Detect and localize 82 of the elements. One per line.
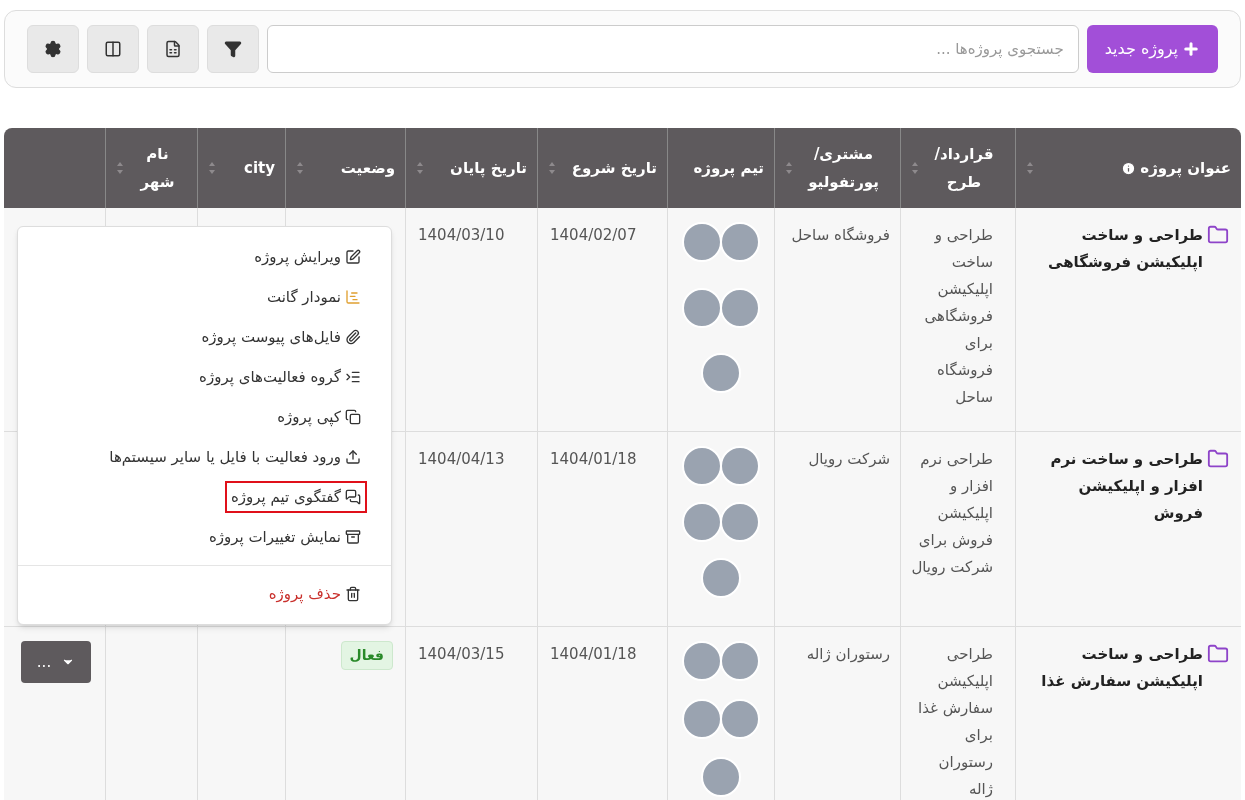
folder-icon [1207,448,1229,470]
sort-icon [208,161,216,175]
gantt-chart-icon [345,289,361,305]
menu-item[interactable]: گروه فعالیت‌های پروژه [193,361,367,393]
menu-item[interactable]: گفتگوی تیم پروژه [224,481,367,513]
columns-button[interactable] [87,25,139,73]
sort-icon [416,161,424,175]
avatar-placeholder [682,502,722,542]
sort-icon [296,161,304,175]
table-cell: 1404/03/10 [418,226,505,244]
column-label: تاریخ پایان [450,158,527,180]
column-label: city [244,158,275,179]
plus-icon [1182,40,1200,58]
status-badge: فعال [340,641,393,670]
sort-icon [911,161,919,175]
avatar-placeholder [682,699,722,739]
table-cell: 1404/01/18 [550,450,637,468]
project-title-link[interactable]: طراحی و ساخت اپلیکیشن فروشگاهی [1028,222,1203,276]
paperclip-icon [345,329,361,345]
table-cell: 1404/03/15 [418,645,505,663]
table-cell: رستوران ژاله [806,645,890,663]
indent-list-icon [345,369,361,385]
avatar-placeholder [720,446,760,486]
avatar-placeholder [682,641,722,681]
column-label: تاریخ شروع [571,158,657,179]
actions-dropdown-button[interactable]: ... [21,641,91,683]
settings-icon [44,40,62,58]
filter-icon [224,40,242,58]
table-cell: 1404/02/07 [550,226,637,244]
info-icon [1121,160,1137,176]
edit-icon [345,249,361,265]
table-cell-text: طراحی نرم افزار و اپلیکیشن فروش برای شرکت رویال [911,449,993,578]
table-cell: 1404/01/18 [550,645,637,663]
table-cell-text: طراحی اپلیکیشن سفارش غذا برای رستوران ژاله [917,644,993,800]
column-label: مشتری/ پورتفولیو [806,144,880,194]
upload-icon [345,449,361,465]
trash-icon [345,586,361,602]
avatar-placeholder [701,757,741,797]
menu-item[interactable]: نمایش تغییرات پروژه [202,521,367,553]
folder-icon [1207,643,1229,665]
sort-icon [785,161,793,175]
menu-item[interactable]: کپی پروژه [271,401,367,433]
menu-item[interactable]: ورود فعالیت با فایل یا سایر سیستم‌ها [103,441,367,473]
filter-button[interactable] [207,25,259,73]
column-label: وضعیت [340,158,395,179]
avatar-placeholder [720,222,760,262]
archive-icon [345,529,361,545]
project-title-link[interactable]: طراحی و ساخت نرم افزار و اپلیکیشن فروش [1028,446,1203,527]
sort-icon [548,161,556,175]
avatar-placeholder [682,222,722,262]
avatar-placeholder [682,446,722,486]
sort-icon [116,161,124,175]
folder-icon [1207,224,1229,246]
column-label: نام شهر [139,144,176,193]
chat-icon [345,489,361,505]
copy-icon [345,409,361,425]
menu-item[interactable]: فایل‌های پیوست پروژه [195,321,367,353]
table-cell: شرکت رویال [808,450,890,468]
avatar-placeholder [701,558,741,598]
avatar-placeholder [701,353,741,394]
search-field[interactable]: جستجوی پروژه‌ها ... [267,25,1079,73]
spreadsheet-file-icon [164,40,182,58]
menu-item[interactable]: ویرایش پروژه [248,241,367,273]
avatar-placeholder [720,502,760,542]
table-cell-text: طراحی و ساخت اپلیکیشن فروشگاهی برای فروشگاه ساحل [923,225,993,408]
new-project-button[interactable]: پروژه جدید [1086,25,1218,73]
avatar-placeholder [682,287,722,328]
column-label: عنوان پروژه [1140,158,1231,180]
column-label: تیم پروژه [693,158,764,180]
menu-item[interactable]: نمودار گانت [260,281,367,313]
spreadsheet-file-button[interactable] [147,25,199,73]
project-title-link[interactable]: طراحی و ساخت اپلیکیشن سفارش غذا [1028,641,1203,695]
menu-item[interactable]: حذف پروژه [262,578,367,610]
table-cell: 1404/04/13 [418,450,505,468]
avatar-placeholder [720,641,760,681]
columns-icon [104,40,122,58]
avatar-placeholder [720,287,760,328]
sort-icon [1026,161,1034,175]
column-label: قرارداد/ طرح [933,144,995,193]
settings-button[interactable] [27,25,79,73]
avatar-placeholder [720,699,760,739]
table-cell: فروشگاه ساحل [791,226,890,244]
